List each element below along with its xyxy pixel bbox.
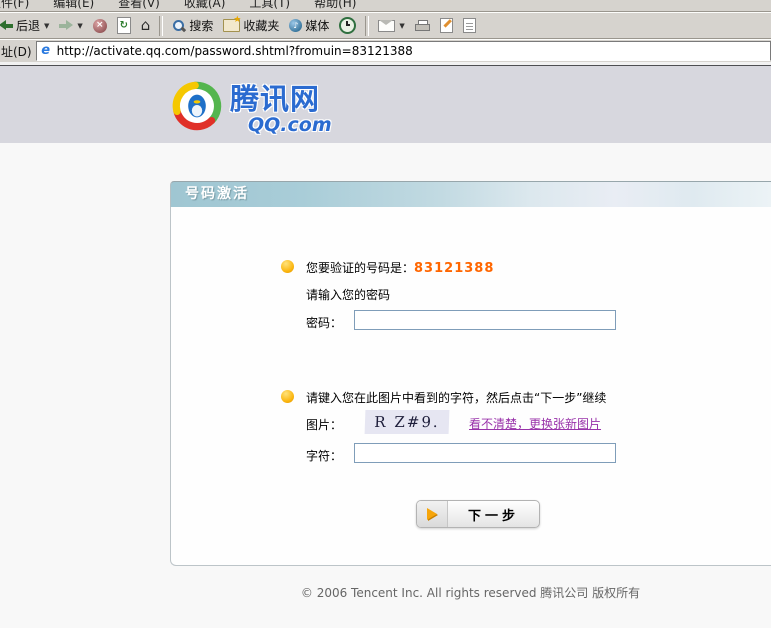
site-header: 腾讯网 QQ.com [0,66,771,143]
search-icon [172,19,186,33]
password-label: 密码： [306,314,342,331]
page-content: 号码激活 您要验证的号码是：83121388 请输入您的密码 密码： 请键入您在… [0,143,771,628]
captcha-char-label: 字符： [306,447,342,464]
favorites-label: 收藏夹 [243,17,279,34]
next-button-icon-segment [417,501,448,527]
menu-favorites[interactable]: 收藏(A) [180,0,230,12]
favorites-button[interactable]: 收藏夹 [219,15,283,36]
panel-title: 号码激活 [185,186,249,202]
mail-dropdown-icon[interactable]: ▼ [399,22,404,30]
bullet-icon-2 [281,390,294,403]
toolbar-separator [159,16,163,36]
history-clock-icon [339,17,356,34]
password-hint: 请输入您的密码 [306,286,390,303]
address-input[interactable]: e http://activate.qq.com/password.shtml?… [36,41,771,61]
next-step-button[interactable]: 下一步 [416,500,540,528]
footer: © 2006 Tencent Inc. All rights reserved … [170,584,771,601]
qq-logo[interactable]: 腾讯网 QQ.com [170,76,332,136]
forward-dropdown-icon[interactable]: ▼ [77,22,82,30]
forward-arrow-icon [59,20,73,31]
logo-brand: 腾讯网 [230,76,332,118]
address-bar: 址(D) e http://activate.qq.com/password.s… [0,39,771,62]
captcha-refresh-link[interactable]: 看不清楚，更换张新图片 [469,415,601,432]
panel-body: 您要验证的号码是：83121388 请输入您的密码 密码： 请键入您在此图片中看… [170,207,771,566]
menu-view[interactable]: 查看(V) [114,0,164,12]
stop-button[interactable]: × [89,17,111,35]
captcha-text: R Z#9. [374,413,440,431]
favorites-folder-icon [223,19,240,32]
history-button[interactable] [335,15,360,36]
captcha-input[interactable] [354,443,616,463]
password-input[interactable] [354,310,616,330]
next-button-label: 下一步 [448,501,539,527]
captcha-image-label: 图片： [306,416,342,433]
menu-items: 文件(F) 编辑(E) 查看(V) 收藏(A) 工具(T) 帮助(H) [0,0,771,12]
qq-penguin-icon [170,77,224,135]
forward-button[interactable]: ▼ [55,18,86,33]
print-button[interactable] [411,18,434,33]
address-url: http://activate.qq.com/password.shtml?fr… [57,44,413,58]
print-icon [415,20,430,31]
menu-tools[interactable]: 工具(T) [245,0,294,12]
menu-help[interactable]: 帮助(H) [310,0,360,12]
media-button[interactable]: ♪ 媒体 [285,15,333,36]
back-label: 后退 [16,17,40,34]
menu-edit[interactable]: 编辑(E) [49,0,98,12]
media-icon: ♪ [289,19,302,32]
captcha-instruction: 请键入您在此图片中看到的字符，然后点击“下一步”继续 [306,389,606,406]
menu-bar: 文件(F) 编辑(E) 查看(V) 收藏(A) 工具(T) 帮助(H) [0,0,771,12]
home-icon: ⌂ [141,19,151,32]
play-arrow-icon [427,508,437,520]
toolbar-separator-2 [365,16,369,36]
search-label: 搜索 [189,17,213,34]
ie-page-icon: e [39,44,53,58]
browser-window: 文件(F) 编辑(E) 查看(V) 收藏(A) 工具(T) 帮助(H) 后退 ▼… [0,0,771,628]
verify-prompt: 您要验证的号码是： [306,261,414,275]
media-label: 媒体 [305,17,329,34]
refresh-button[interactable]: ↻ [113,15,135,36]
qq-number: 83121388 [414,261,494,276]
edit-icon [440,18,453,33]
menu-file[interactable]: 文件(F) [0,0,33,12]
search-button[interactable]: 搜索 [168,15,217,36]
toolbar: 后退 ▼ ▼ × ↻ ⌂ 搜索 收藏夹 ♪ 媒体 ▼ [0,12,771,39]
home-button[interactable]: ⌂ [137,17,155,34]
back-button[interactable]: 后退 ▼ [2,15,53,36]
bullet-icon [281,260,294,273]
back-arrow-icon [0,20,13,31]
mail-button[interactable]: ▼ [374,18,408,34]
mail-icon [378,20,395,32]
verify-number-line: 您要验证的号码是：83121388 [306,259,494,276]
address-label: 址(D) [1,43,36,60]
captcha-image: R Z#9. [365,410,450,434]
stop-icon: × [93,19,107,33]
activation-panel: 号码激活 您要验证的号码是：83121388 请输入您的密码 密码： 请键入您在… [170,181,771,566]
discuss-button[interactable] [459,16,480,35]
logo-domain: QQ.com [248,114,332,136]
document-icon [463,18,476,33]
back-dropdown-icon[interactable]: ▼ [44,22,49,30]
refresh-icon: ↻ [117,17,131,34]
panel-header: 号码激活 [170,181,771,207]
copyright-text: © 2006 Tencent Inc. All rights reserved … [301,586,640,600]
logo-text: 腾讯网 QQ.com [230,76,332,136]
edit-button[interactable] [436,16,457,35]
